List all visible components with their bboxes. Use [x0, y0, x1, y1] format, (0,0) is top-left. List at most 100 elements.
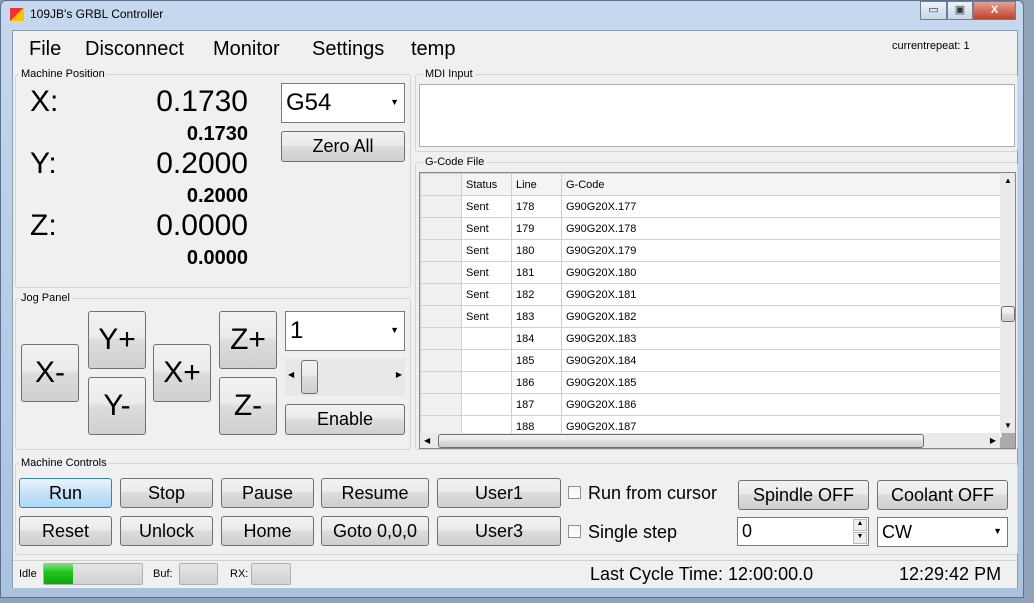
cell-status[interactable]: Sent: [461, 239, 512, 262]
spindle-speed-input[interactable]: 0 ▲ ▼: [737, 517, 869, 546]
column-header-status[interactable]: Status: [461, 173, 512, 196]
jog-y-minus-button[interactable]: Y-: [88, 377, 146, 435]
table-row[interactable]: 187 G90G20X.186: [420, 393, 1002, 416]
y-position-value: 0.2000: [156, 147, 248, 180]
cell-gcode[interactable]: G90G20X.183: [561, 327, 1002, 350]
resume-button[interactable]: Resume: [321, 478, 429, 508]
cell-status[interactable]: Sent: [461, 217, 512, 240]
table-row[interactable]: Sent 182 G90G20X.181: [420, 283, 1002, 306]
cell-gcode[interactable]: G90G20X.181: [561, 283, 1002, 306]
cell-line[interactable]: 187: [511, 393, 562, 416]
table-row[interactable]: Sent 183 G90G20X.182: [420, 305, 1002, 328]
coolant-button[interactable]: Coolant OFF: [877, 480, 1008, 510]
table-row[interactable]: Sent 179 G90G20X.178: [420, 217, 1002, 240]
cell-line[interactable]: 185: [511, 349, 562, 372]
cell-gcode[interactable]: G90G20X.180: [561, 261, 1002, 284]
cell-line[interactable]: 184: [511, 327, 562, 350]
table-row[interactable]: 184 G90G20X.183: [420, 327, 1002, 350]
jog-x-plus-button[interactable]: X+: [153, 344, 211, 402]
coord-system-value: G54: [286, 89, 332, 116]
horizontal-scroll-thumb[interactable]: [438, 434, 924, 448]
menu-monitor[interactable]: Monitor: [213, 38, 280, 61]
spin-down-icon[interactable]: ▼: [853, 532, 867, 544]
jog-scrollbar[interactable]: ◀ ▶: [285, 358, 405, 396]
vertical-scroll-thumb[interactable]: [1001, 306, 1015, 322]
row-header[interactable]: [420, 239, 462, 262]
row-header[interactable]: [420, 283, 462, 306]
cell-gcode[interactable]: G90G20X.185: [561, 371, 1002, 394]
run-button[interactable]: Run: [19, 478, 112, 508]
table-row[interactable]: Sent 178 G90G20X.177: [420, 195, 1002, 218]
cell-gcode[interactable]: G90G20X.178: [561, 217, 1002, 240]
row-header[interactable]: [420, 195, 462, 218]
cell-status[interactable]: [461, 393, 512, 416]
cell-gcode[interactable]: G90G20X.186: [561, 393, 1002, 416]
spindle-direction-select[interactable]: CW ▼: [877, 517, 1008, 547]
jog-enable-button[interactable]: Enable: [285, 404, 405, 435]
cell-status[interactable]: Sent: [461, 195, 512, 218]
maximize-button[interactable]: ▣: [947, 1, 973, 20]
home-button[interactable]: Home: [221, 516, 314, 546]
spin-up-icon[interactable]: ▲: [853, 519, 867, 531]
cell-status[interactable]: Sent: [461, 305, 512, 328]
row-header[interactable]: [420, 327, 462, 350]
unlock-button[interactable]: Unlock: [120, 516, 213, 546]
jog-x-minus-button[interactable]: X-: [21, 344, 79, 402]
cell-gcode[interactable]: G90G20X.184: [561, 349, 1002, 372]
reset-button[interactable]: Reset: [19, 516, 112, 546]
cell-gcode[interactable]: G90G20X.177: [561, 195, 1002, 218]
column-header-line[interactable]: Line: [511, 173, 562, 196]
user3-button[interactable]: User3: [437, 516, 561, 546]
horizontal-scrollbar[interactable]: ◀ ▶: [420, 433, 1000, 448]
cell-gcode[interactable]: G90G20X.182: [561, 305, 1002, 328]
menu-file[interactable]: File: [29, 38, 61, 61]
single-step-checkbox[interactable]: [568, 525, 581, 538]
cell-status[interactable]: Sent: [461, 261, 512, 284]
row-header[interactable]: [420, 305, 462, 328]
menu-disconnect[interactable]: Disconnect: [85, 38, 184, 61]
table-row[interactable]: Sent 180 G90G20X.179: [420, 239, 1002, 262]
cell-line[interactable]: 183: [511, 305, 562, 328]
menu-temp[interactable]: temp: [411, 38, 455, 61]
table-row[interactable]: 185 G90G20X.184: [420, 349, 1002, 372]
table-row[interactable]: Sent 181 G90G20X.180: [420, 261, 1002, 284]
row-header[interactable]: [420, 371, 462, 394]
zero-all-button[interactable]: Zero All: [281, 131, 405, 162]
menu-settings[interactable]: Settings: [312, 38, 384, 61]
cell-gcode[interactable]: G90G20X.179: [561, 239, 1002, 262]
mdi-input[interactable]: [419, 84, 1015, 147]
minimize-button[interactable]: ▭: [920, 1, 947, 20]
user1-button[interactable]: User1: [437, 478, 561, 508]
cell-status[interactable]: Sent: [461, 283, 512, 306]
cell-status[interactable]: [461, 371, 512, 394]
vertical-scrollbar[interactable]: ▲ ▼: [1000, 173, 1015, 433]
run-from-cursor-checkbox[interactable]: [568, 486, 581, 499]
row-header[interactable]: [420, 393, 462, 416]
goto-zero-button[interactable]: Goto 0,0,0: [321, 516, 429, 546]
cell-status[interactable]: [461, 349, 512, 372]
jog-step-select[interactable]: 1 ▼: [285, 311, 405, 351]
jog-z-minus-button[interactable]: Z-: [219, 377, 277, 435]
cell-line[interactable]: 179: [511, 217, 562, 240]
scroll-thumb[interactable]: [301, 360, 318, 394]
coord-system-select[interactable]: G54 ▼: [281, 83, 405, 123]
row-header[interactable]: [420, 217, 462, 240]
cell-line[interactable]: 180: [511, 239, 562, 262]
cell-status[interactable]: [461, 327, 512, 350]
stop-button[interactable]: Stop: [120, 478, 213, 508]
cell-line[interactable]: 182: [511, 283, 562, 306]
pause-button[interactable]: Pause: [221, 478, 314, 508]
jog-panel-label: Jog Panel: [19, 292, 72, 304]
spindle-button[interactable]: Spindle OFF: [738, 480, 869, 510]
table-row[interactable]: 186 G90G20X.185: [420, 371, 1002, 394]
jog-y-plus-button[interactable]: Y+: [88, 311, 146, 369]
cell-line[interactable]: 178: [511, 195, 562, 218]
row-header[interactable]: [420, 349, 462, 372]
close-button[interactable]: X: [973, 1, 1016, 20]
column-header-gcode[interactable]: G-Code: [561, 173, 1002, 196]
cell-line[interactable]: 181: [511, 261, 562, 284]
gcode-grid[interactable]: Status Line G-Code Sent 178 G90G20X.177 Sen…: [419, 172, 1016, 449]
jog-z-plus-button[interactable]: Z+: [219, 311, 277, 369]
cell-line[interactable]: 186: [511, 371, 562, 394]
row-header[interactable]: [420, 261, 462, 284]
